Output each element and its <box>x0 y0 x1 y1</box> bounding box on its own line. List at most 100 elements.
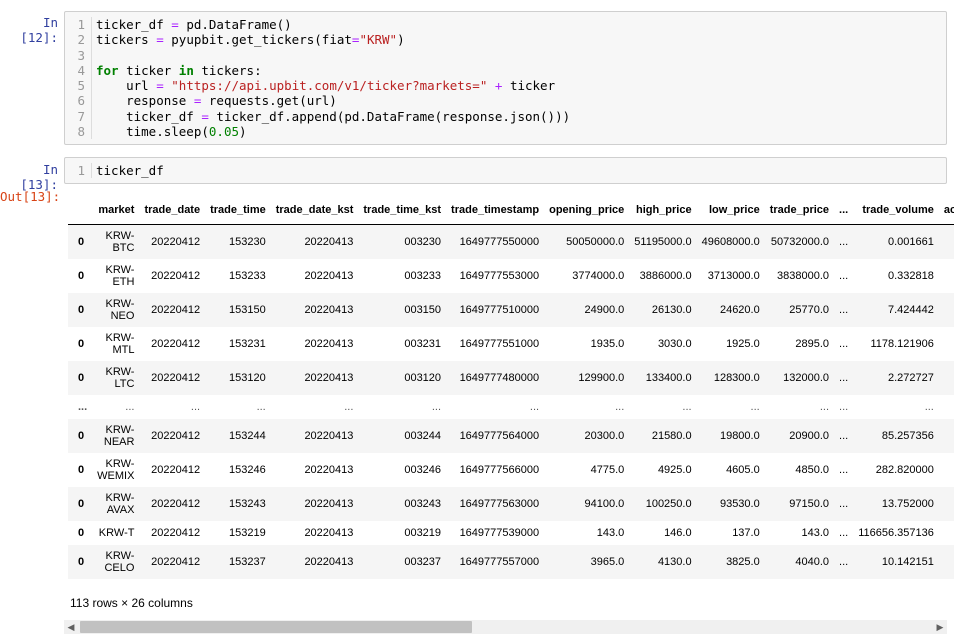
table-cell: 20220412 <box>151 338 201 350</box>
table-cell: 116656.357136 <box>858 527 934 539</box>
code-line[interactable]: 6 response = requests.get(url) <box>65 93 946 109</box>
table-cell: 153231 <box>229 338 266 350</box>
table-cell: 20220413 <box>304 270 354 282</box>
table-cell: ... <box>125 401 135 413</box>
table-cell: 3713000.0 <box>707 270 760 282</box>
table-cell: 4605.0 <box>726 464 760 476</box>
horizontal-scrollbar[interactable]: ◀ ▶ <box>64 620 947 634</box>
code-cell-13[interactable]: 1 ticker_df <box>64 157 947 184</box>
cell-13-prompt: In [13]: <box>20 162 58 192</box>
column-header: trade_date <box>139 196 206 225</box>
table-cell: 1925.0 <box>726 338 760 350</box>
table-cell: ... <box>839 401 849 413</box>
table-row: 0 KRW- CELO 20220412 153237 20220413 003237 164… <box>68 545 954 579</box>
table-cell: ... <box>834 487 854 521</box>
code-line[interactable]: 5 url = "https://api.upbit.com/v1/ticker… <box>65 78 946 94</box>
table-cell: 94100.0 <box>544 487 630 521</box>
code-line[interactable]: 1 ticker_df <box>65 163 946 179</box>
table-cell: 20220413 <box>270 361 359 395</box>
cell-12-prompt: In [12]: <box>20 15 58 45</box>
code-cell-12[interactable]: 1 ticker_df = pd.DataFrame() 2 tickers = py… <box>64 11 947 145</box>
table-cell: 4130.0 <box>629 545 697 579</box>
table-cell: 20900.0 <box>764 419 835 453</box>
table-cell: 133400.0 <box>629 361 697 395</box>
table-cell: 85.257356 <box>853 419 939 453</box>
code-line[interactable]: 4 for ticker in tickers: <box>65 62 946 79</box>
table-cell: 20220413 <box>304 464 354 476</box>
gutter-divider <box>91 17 92 33</box>
table-cell: 003120 <box>358 361 447 395</box>
line-number: 8 <box>77 124 85 140</box>
table-cell: 003243 <box>358 487 447 521</box>
gutter-divider <box>91 124 92 140</box>
code-line[interactable]: 3 <box>65 47 946 63</box>
code-token: ticker_df <box>96 17 172 32</box>
line-number: 2 <box>77 32 85 48</box>
row-index: 0 <box>68 545 93 579</box>
table-cell: 137.0 <box>732 527 760 539</box>
table-cell: 3965.0 <box>544 545 630 579</box>
column-header: ac <box>938 196 954 225</box>
table-cell <box>938 224 954 259</box>
code-token: = <box>193 93 202 109</box>
table-cell: 3774000.0 <box>572 270 625 282</box>
scrollbar-thumb[interactable] <box>80 621 472 633</box>
table-cell: 20220412 <box>151 527 201 539</box>
table-cell: 003244 <box>358 419 447 453</box>
code-line[interactable]: 8 time.sleep(0.05) <box>65 124 946 140</box>
table-cell: 2895.0 <box>795 338 830 350</box>
table-cell: 4925.0 <box>657 464 692 476</box>
code-token: time.sleep( <box>96 124 209 140</box>
line-number: 3 <box>77 47 85 63</box>
table-cell: 20220412 <box>139 487 206 521</box>
scroll-left-icon[interactable]: ◀ <box>64 620 78 634</box>
line-number: 6 <box>77 93 85 109</box>
table-cell: 24900.0 <box>544 293 630 327</box>
column-header <box>68 196 93 225</box>
table-cell: ... <box>839 338 849 350</box>
code-token: = <box>351 32 360 48</box>
table-cell: 4775.0 <box>590 464 625 476</box>
table-cell: 20220412 <box>139 293 206 327</box>
table-cell: 003237 <box>358 545 447 579</box>
market-value: KRW- NEAR <box>103 424 135 448</box>
table-cell: ... <box>256 401 266 413</box>
code-line[interactable]: 7 ticker_df = ticker_df.append(pd.DataFr… <box>65 108 946 125</box>
code-token: ticker_df <box>96 163 164 178</box>
code-token: = <box>201 108 209 124</box>
row-index: 0 <box>68 361 93 395</box>
table-cell: KRW- LTC <box>92 361 140 395</box>
scroll-right-icon[interactable]: ▶ <box>933 620 947 634</box>
table-cell <box>939 395 954 419</box>
code-token: ticker_df.append(pd.DataFrame(response.j… <box>208 108 571 124</box>
table-cell: 20220412 <box>139 224 206 259</box>
table-cell: 1649777557000 <box>446 545 545 579</box>
table-cell: 153244 <box>205 419 271 453</box>
code-token: ticker <box>502 78 556 94</box>
table-cell: 100250.0 <box>629 487 697 521</box>
code-token: ticker <box>118 62 179 78</box>
table-cell: 10.142151 <box>853 545 939 579</box>
table-cell: 1649777551000 <box>459 338 540 350</box>
table-cell: 51195000.0 <box>629 224 697 259</box>
column-header: trade_date_kst <box>270 196 359 225</box>
table-cell: 1649777550000 <box>446 224 545 259</box>
table-cell: 20220413 <box>270 545 359 579</box>
code-token: + <box>494 78 503 94</box>
code-token: 0.05 <box>208 124 239 140</box>
table-cell: KRW- AVAX <box>92 487 140 521</box>
table-cell: 0.001661 <box>853 224 939 259</box>
code-line[interactable]: 1 ticker_df = pd.DataFrame() <box>65 17 946 33</box>
gutter-divider <box>91 163 92 179</box>
code-line[interactable]: 2 tickers = pyupbit.get_tickers(fiat = "KRW… <box>65 32 946 48</box>
table-cell: 0.332818 <box>887 270 934 282</box>
table-cell: 97150.0 <box>764 487 835 521</box>
table-cell: ... <box>834 545 854 579</box>
table-cell: KRW- CELO <box>92 545 140 579</box>
table-row: 0 KRW-T 20220412 153219 20220413 003219 164977… <box>68 521 954 545</box>
table-cell: 003219 <box>404 527 442 539</box>
table-cell: KRW- ETH <box>92 259 139 293</box>
column-header: trade_price <box>764 196 835 225</box>
table-row: 0 KRW- NEAR 20220412 153244 20220413 003244 164… <box>68 419 954 453</box>
row-index: 0 <box>78 338 85 350</box>
